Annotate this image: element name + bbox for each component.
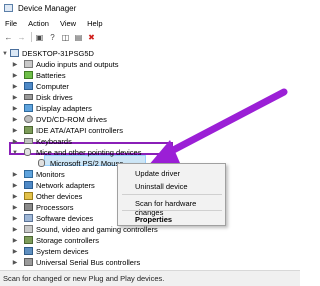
uninstall-device-menu-item[interactable]: Uninstall device (135, 182, 188, 191)
update-driver-menu-item[interactable]: Update driver (135, 169, 180, 178)
status-bar: Scan for changed or new Plug and Play de… (0, 270, 300, 286)
status-text: Scan for changed or new Plug and Play de… (3, 274, 165, 283)
context-menu-separator (122, 210, 222, 211)
context-menu: Update driver Uninstall device Scan for … (117, 163, 226, 226)
context-menu-separator (122, 194, 222, 195)
properties-menu-item[interactable]: Properties (135, 215, 172, 224)
annotation-arrow-shaft (156, 88, 288, 161)
annotation-arrow (148, 88, 288, 166)
